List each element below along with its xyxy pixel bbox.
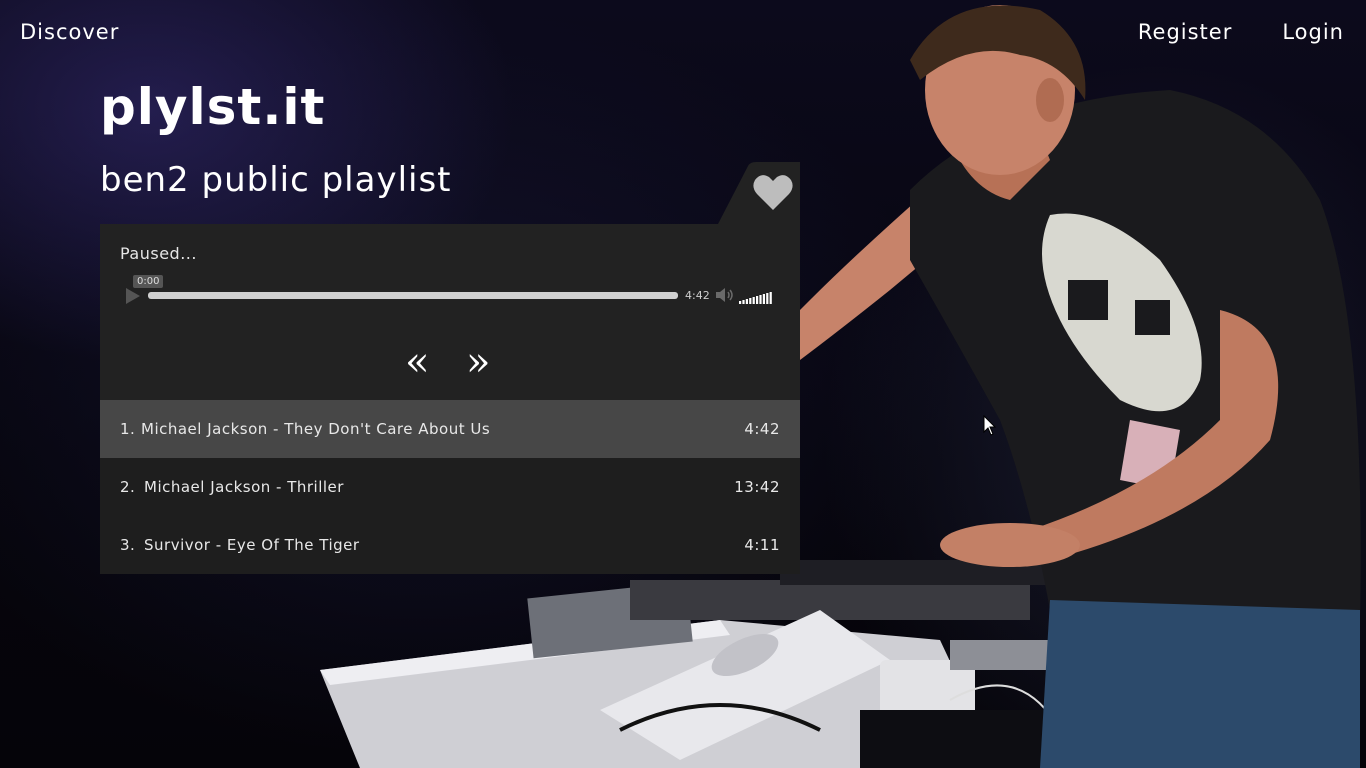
track-title: Michael Jackson - They Don't Care About …: [141, 420, 491, 438]
volume-bar[interactable]: [749, 298, 752, 304]
track-duration: 4:42: [744, 420, 780, 438]
auth-nav: Register Login: [1138, 20, 1344, 44]
speaker-icon[interactable]: [715, 287, 735, 303]
volume-bar[interactable]: [739, 301, 742, 304]
track-row[interactable]: 1. Michael Jackson - They Don't Care Abo…: [100, 400, 800, 458]
volume-bar[interactable]: [759, 295, 762, 304]
current-time-bubble: 0:00: [133, 275, 164, 288]
track-number: 3.: [120, 536, 136, 554]
volume-bar[interactable]: [742, 300, 745, 304]
track-list: 1. Michael Jackson - They Don't Care Abo…: [100, 400, 800, 574]
track-title: Michael Jackson - Thriller: [144, 478, 344, 496]
register-link[interactable]: Register: [1138, 20, 1232, 44]
player-status: Paused...: [120, 244, 197, 263]
track-number: 2.: [120, 478, 136, 496]
progress-bar[interactable]: [148, 292, 678, 299]
track-duration: 4:11: [744, 536, 780, 554]
volume-bar[interactable]: [745, 299, 748, 304]
volume-bar[interactable]: [752, 297, 755, 304]
play-icon[interactable]: [126, 288, 140, 304]
musician-figure: [800, 0, 1366, 768]
mouse-pointer-icon: [983, 414, 997, 437]
track-row[interactable]: 2. Michael Jackson - Thriller 13:42: [100, 458, 800, 516]
volume-bar[interactable]: [762, 294, 765, 304]
track-duration: 4:42: [685, 289, 710, 302]
favorite-tab[interactable]: [718, 162, 800, 226]
site-logo-title: plylst.it: [100, 78, 326, 136]
volume-bar[interactable]: [769, 292, 772, 304]
track-duration: 13:42: [734, 478, 780, 496]
volume-bar[interactable]: [756, 296, 759, 304]
playlist-title: ben2 public playlist: [100, 160, 452, 200]
next-icon[interactable]: »: [466, 342, 490, 382]
login-link[interactable]: Login: [1282, 20, 1344, 44]
audio-player: Paused... 0:00 4:42 « »: [100, 224, 800, 400]
volume-bar[interactable]: [766, 293, 769, 304]
prev-icon[interactable]: «: [405, 342, 429, 382]
discover-link[interactable]: Discover: [20, 20, 119, 44]
track-row[interactable]: 3. Survivor - Eye Of The Tiger 4:11: [100, 516, 800, 574]
volume-slider[interactable]: [739, 289, 773, 304]
track-number: 1.: [120, 420, 136, 438]
track-title: Survivor - Eye Of The Tiger: [144, 536, 360, 554]
